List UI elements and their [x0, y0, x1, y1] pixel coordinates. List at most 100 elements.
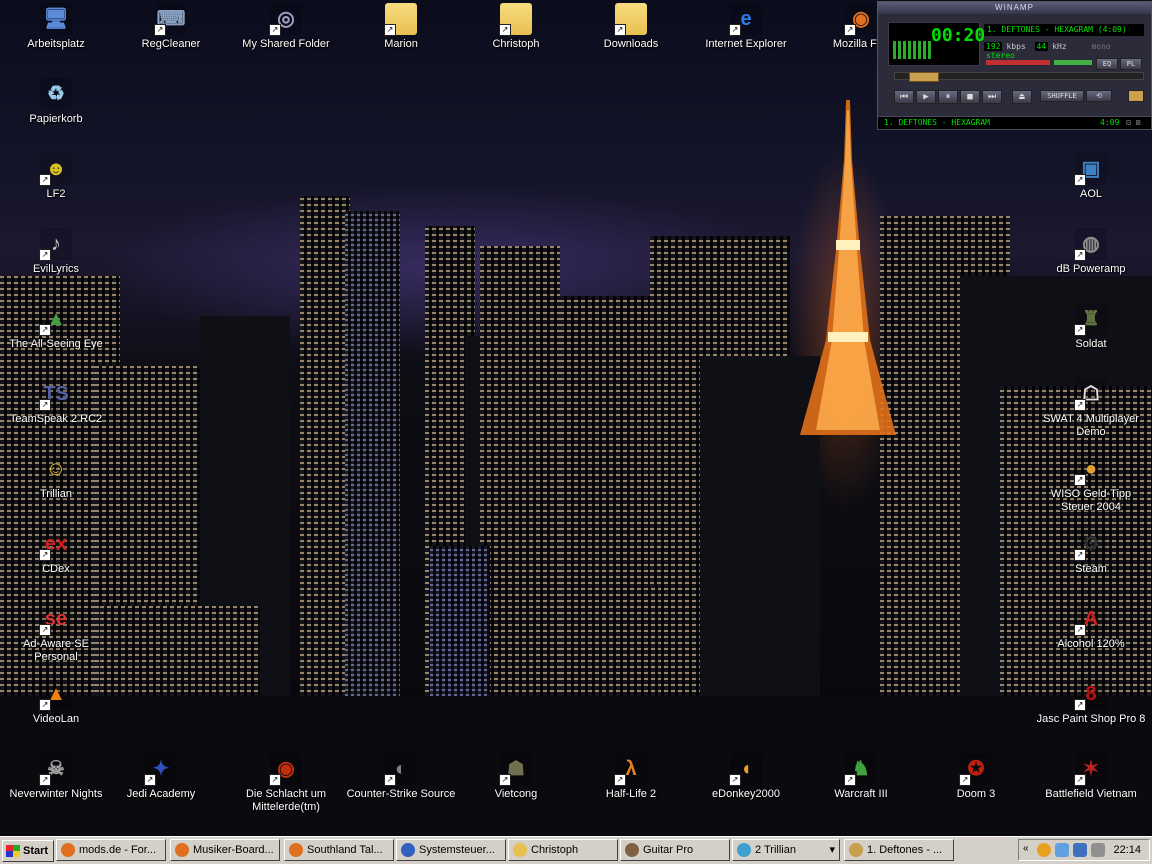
desktop-icon[interactable]: ▲ ↗ VideoLan	[1, 676, 111, 726]
desktop-icon-label: Ad-Aware SE Personal	[23, 638, 89, 663]
shortcut-arrow-icon: ↗	[269, 774, 281, 786]
group-dropdown-icon[interactable]: ▾	[829, 840, 835, 860]
tray-icon-1[interactable]	[1037, 843, 1051, 857]
winamp-logo-button[interactable]	[1128, 90, 1144, 102]
desktop-icon[interactable]: ✦ ↗ Jedi Academy	[106, 751, 216, 801]
stop-button[interactable]: ■	[960, 90, 980, 104]
shortcut-arrow-icon: ↗	[1074, 174, 1086, 186]
desktop-icon[interactable]: ⚙ ↗ Steam	[1036, 526, 1146, 576]
desktop-icon[interactable]: se ↗ Ad-Aware SE Personal	[1, 601, 111, 664]
desktop-icon[interactable]: ↗ Marion	[346, 1, 456, 51]
taskbar-button[interactable]: mods.de - For...	[56, 839, 166, 861]
desktop-icon[interactable]: ◖ ↗ eDonkey2000	[691, 751, 801, 801]
task-app-icon	[175, 843, 189, 857]
prev-button[interactable]: ⏮	[894, 90, 914, 104]
balance-slider[interactable]	[1054, 60, 1092, 65]
seek-bar[interactable]	[894, 72, 1144, 82]
desktop-icon-image: A ↗	[1074, 603, 1107, 636]
desktop-icon[interactable]: ▣ ↗ AOL	[1036, 151, 1146, 201]
seek-knob[interactable]	[909, 72, 939, 82]
shortcut-arrow-icon: ↗	[144, 774, 156, 786]
system-tray: « 22:14	[1018, 839, 1150, 861]
taskbar-button[interactable]: Systemsteuer...	[396, 839, 506, 861]
desktop-icon[interactable]: 🖥 Arbeitsplatz	[1, 1, 111, 51]
task-label: 2 Trillian	[755, 844, 796, 856]
shortcut-arrow-icon: ↗	[39, 549, 51, 561]
desktop-icon[interactable]: A ↗ Alcohol 120%	[1036, 601, 1146, 651]
desktop-icon[interactable]: e ↗ Internet Explorer	[691, 1, 801, 51]
desktop-icon-image: ◐ ↗	[384, 753, 417, 786]
volume-slider[interactable]	[986, 60, 1050, 65]
app-icon: ♻	[47, 83, 65, 105]
clock[interactable]: 22:14	[1113, 840, 1141, 860]
desktop-icon-image: ♜ ↗	[1074, 303, 1107, 336]
next-button[interactable]: ⏭	[982, 90, 1002, 104]
pause-button[interactable]: ⏸	[938, 90, 958, 104]
shortcut-arrow-icon: ↗	[39, 399, 51, 411]
tray-expand-icon[interactable]: «	[1023, 843, 1029, 854]
play-button[interactable]: ▶	[916, 90, 936, 104]
desktop-icon-image: 8 ↗	[1074, 678, 1107, 711]
desktop-icon[interactable]: ☖ ↗ SWAT 4 Multiplayer Demo	[1036, 376, 1146, 439]
desktop-icon[interactable]: ♻ Papierkorb	[1, 76, 111, 126]
desktop-icon[interactable]: ☠ ↗ Neverwinter Nights	[1, 751, 111, 801]
desktop-icon[interactable]: ↗ Downloads	[576, 1, 686, 51]
shuffle-button[interactable]: SHUFFLE	[1040, 90, 1084, 102]
taskbar-button[interactable]: Guitar Pro	[620, 839, 730, 861]
tray-icon-2[interactable]	[1055, 843, 1069, 857]
desktop-icon[interactable]: ▲ ↗ The All-Seeing Eye	[1, 301, 111, 351]
desktop-icon[interactable]: λ ↗ Half-Life 2	[576, 751, 686, 801]
winamp-titlebar[interactable]: WINAMP	[878, 2, 1151, 14]
app-icon: ☺	[45, 458, 67, 480]
taskbar-button[interactable]: Southland Tal...	[284, 839, 394, 861]
desktop-icon[interactable]: ex ↗ CDex	[1, 526, 111, 576]
desktop-icon-label: dB Poweramp	[1056, 263, 1126, 275]
desktop-icon[interactable]: ◉ ↗ Die Schlacht um Mittelerde(tm)	[231, 751, 341, 814]
taskbar-button[interactable]: Musiker-Board...	[170, 839, 280, 861]
desktop-icon[interactable]: ☻ ↗ LF2	[1, 151, 111, 201]
desktop-icon-image: ☠ ↗	[39, 753, 72, 786]
desktop-icon-image: ☖ ↗	[1074, 378, 1107, 411]
taskbar-button[interactable]: 1. Deftones - ...	[844, 839, 954, 861]
winamp-window[interactable]: WINAMP 00:20 1. DEFTONES - HEXAGRAM (4:0…	[877, 1, 1152, 130]
desktop-icon[interactable]: ◎ ↗ My Shared Folder	[231, 1, 341, 51]
taskbar-button[interactable]: 2 Trillian ▾	[732, 839, 840, 861]
start-label: Start	[23, 845, 49, 857]
desktop-icon-label: Jedi Academy	[126, 788, 196, 800]
desktop-icon[interactable]: ⌨ ↗ RegCleaner	[116, 1, 226, 51]
desktop-icon-label: Counter-Strike Source	[346, 788, 456, 800]
desktop-icon[interactable]: 8 ↗ Jasc Paint Shop Pro 8	[1036, 676, 1146, 726]
desktop-icon-image: ♪ ↗	[39, 228, 72, 261]
task-label: 1. Deftones - ...	[867, 844, 943, 856]
task-label: Guitar Pro	[643, 844, 694, 856]
desktop-icon-label: Trillian	[40, 488, 72, 500]
winamp-playlist[interactable]: 1. DEFTONES - HEXAGRAM 4:09 ⊟ ⊠	[877, 116, 1152, 130]
start-button[interactable]: Start	[2, 840, 54, 862]
desktop-icon[interactable]: TS ↗ TeamSpeak 2 RC2	[1, 376, 111, 426]
desktop-icon-image: ▣ ↗	[1074, 153, 1107, 186]
tray-icon-3[interactable]	[1073, 843, 1087, 857]
desktop-icon[interactable]: ♞ ↗ Warcraft III	[806, 751, 916, 801]
playlist-button[interactable]: PL	[1120, 58, 1142, 70]
desktop-icon[interactable]: ● ↗ WISO Geld-Tipp Steuer 2004	[1036, 451, 1146, 514]
repeat-button[interactable]: ⟲	[1086, 90, 1112, 102]
playlist-item[interactable]: 1. DEFTONES - HEXAGRAM	[884, 117, 990, 129]
tray-icon-4[interactable]	[1091, 843, 1105, 857]
desktop-icon[interactable]: ◍ ↗ dB Poweramp	[1036, 226, 1146, 276]
time-readout: 00:20	[931, 25, 986, 46]
desktop-icon[interactable]: ☺ Trillian	[1, 451, 111, 501]
desktop-icon[interactable]: ♪ ↗ EvilLyrics	[1, 226, 111, 276]
desktop-icon[interactable]: ◐ ↗ Counter-Strike Source	[346, 751, 456, 801]
desktop-icon[interactable]: ↗ Christoph	[461, 1, 571, 51]
desktop-icon[interactable]: ☗ ↗ Vietcong	[461, 751, 571, 801]
desktop-icon[interactable]: ✶ ↗ Battlefield Vietnam	[1036, 751, 1146, 801]
shortcut-arrow-icon: ↗	[1074, 549, 1086, 561]
taskbar-button[interactable]: Christoph	[508, 839, 618, 861]
desktop-icon-image: ☻ ↗	[39, 153, 72, 186]
desktop-icon[interactable]: ✪ ↗ Doom 3	[921, 751, 1031, 801]
desktop-icon-image: ◖ ↗	[729, 753, 762, 786]
eject-button[interactable]: ⏏	[1012, 90, 1032, 104]
eq-button[interactable]: EQ	[1096, 58, 1118, 70]
playlist-controls-icon[interactable]: ⊟ ⊠	[1126, 117, 1140, 129]
desktop-icon[interactable]: ♜ ↗ Soldat	[1036, 301, 1146, 351]
